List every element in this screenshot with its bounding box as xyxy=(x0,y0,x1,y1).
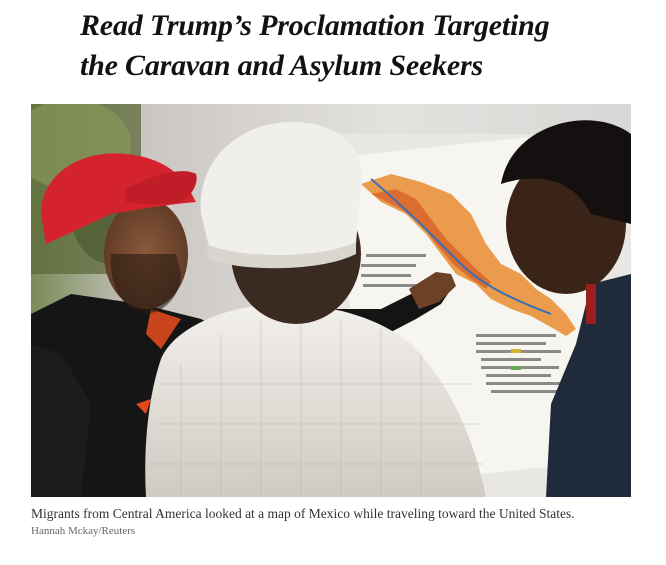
photo-credit: Hannah Mckay/Reuters xyxy=(31,525,136,537)
article-photo xyxy=(31,104,631,497)
headline-line-2: the Caravan and Asylum Seekers xyxy=(80,49,483,82)
photo-caption: Migrants from Central America looked at … xyxy=(31,506,575,521)
headline-line-1: Read Trump’s Proclamation Targeting xyxy=(80,9,550,42)
article-headline: Read Trump’s Proclamation Targeting the … xyxy=(80,6,640,86)
